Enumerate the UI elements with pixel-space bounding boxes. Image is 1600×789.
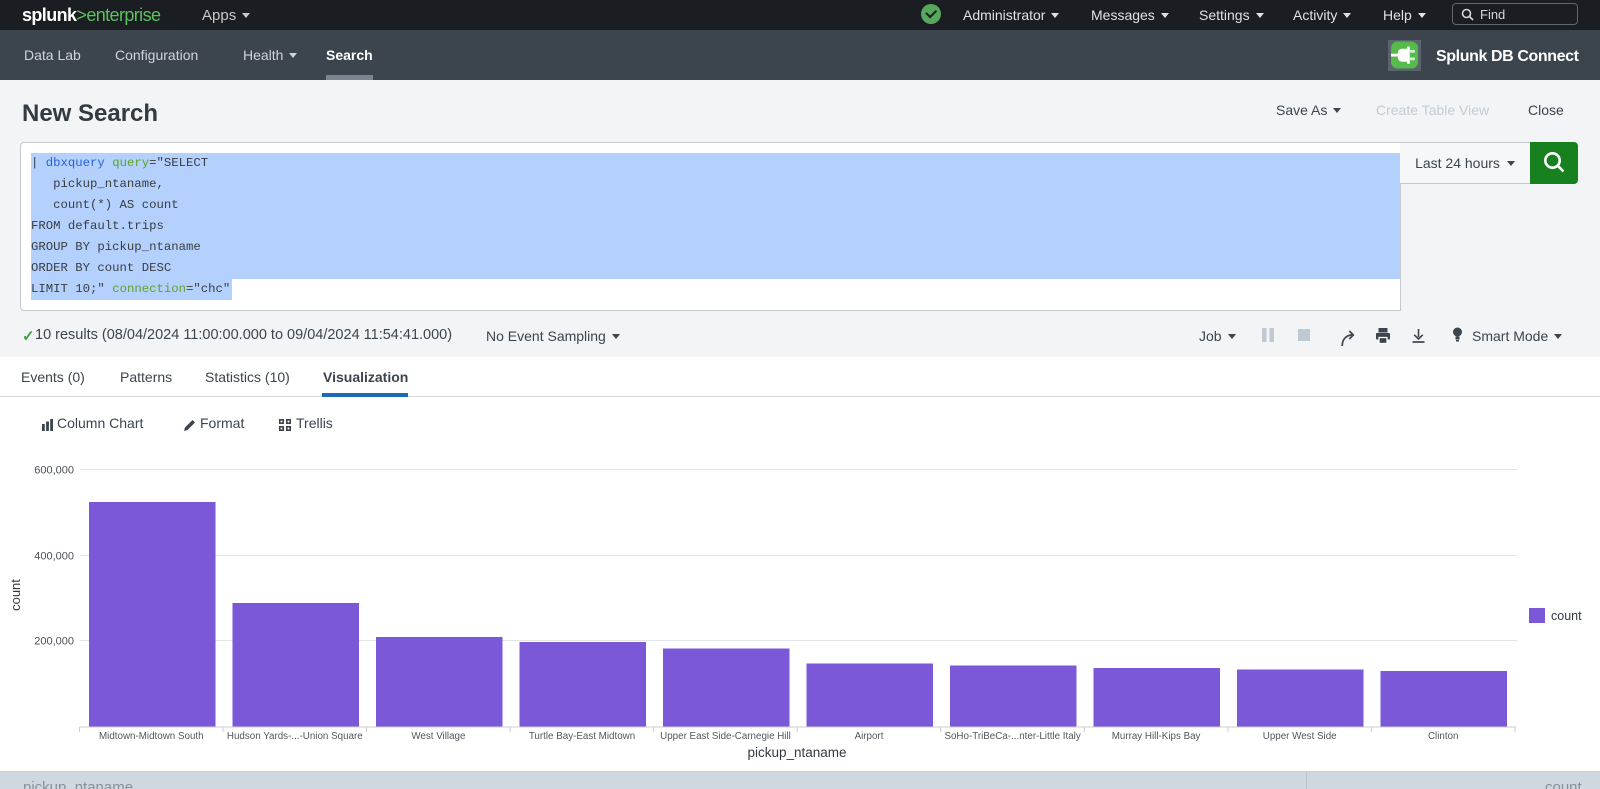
svg-text:Upper West Side: Upper West Side xyxy=(1263,731,1337,742)
svg-text:200,000: 200,000 xyxy=(34,636,74,648)
svg-text:count: count xyxy=(8,579,23,611)
svg-text:count: count xyxy=(1551,609,1582,623)
svg-text:pickup_ntaname: pickup_ntaname xyxy=(747,745,846,760)
svg-text:Turtle Bay-East Midtown: Turtle Bay-East Midtown xyxy=(529,731,635,742)
svg-text:Midtown-Midtown South: Midtown-Midtown South xyxy=(99,731,204,742)
svg-text:400,000: 400,000 xyxy=(34,551,74,563)
svg-text:Murray Hill-Kips Bay: Murray Hill-Kips Bay xyxy=(1112,731,1201,742)
svg-text:Hudson Yards-...-Union Square: Hudson Yards-...-Union Square xyxy=(227,731,363,742)
svg-text:West Village: West Village xyxy=(411,731,466,742)
svg-text:Upper East Side-Carnegie Hill: Upper East Side-Carnegie Hill xyxy=(660,731,791,742)
svg-text:600,000: 600,000 xyxy=(34,465,74,477)
svg-text:SoHo-TriBeCa-...nter-Little It: SoHo-TriBeCa-...nter-Little Italy xyxy=(944,731,1080,742)
svg-text:Clinton: Clinton xyxy=(1428,731,1459,742)
svg-text:Airport: Airport xyxy=(855,731,884,742)
